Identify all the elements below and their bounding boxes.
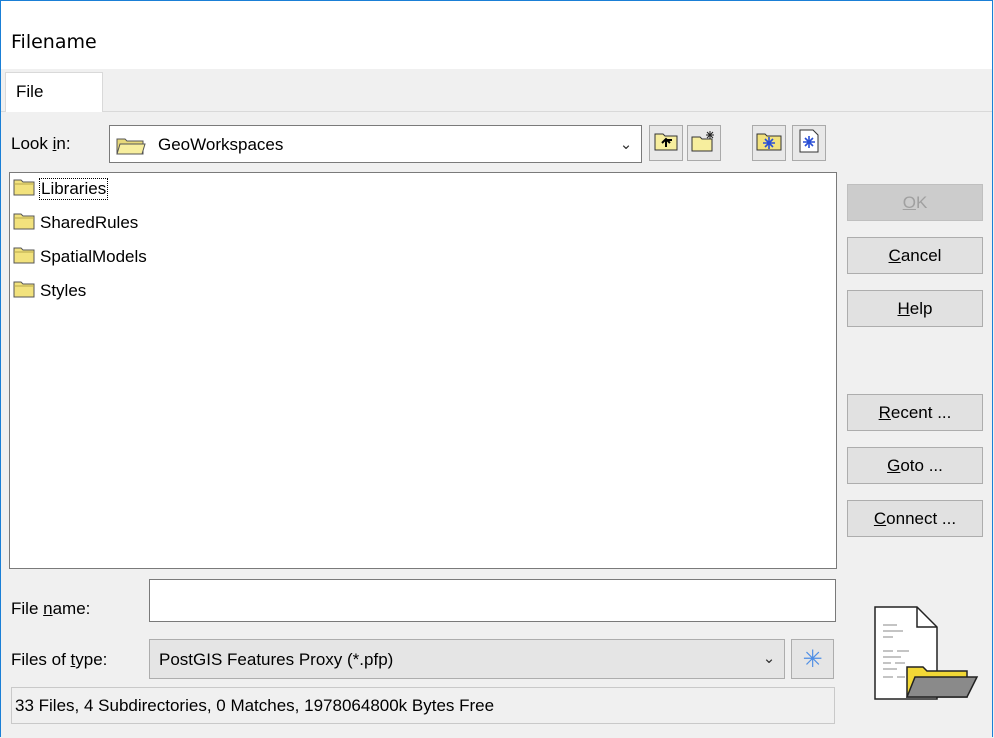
list-item-label: SpatialModels <box>40 247 147 266</box>
recent-button[interactable]: Recent ... <box>847 394 983 431</box>
help-button[interactable]: Help <box>847 290 983 327</box>
file-name-input[interactable] <box>149 579 836 622</box>
new-folder-icon <box>691 130 717 157</box>
file-type-options-button[interactable]: ✳ <box>791 639 834 679</box>
list-item-label: Styles <box>40 281 87 300</box>
goto-button[interactable]: Goto ... <box>847 447 983 484</box>
look-in-value: GeoWorkspaces <box>158 135 284 154</box>
list-item[interactable]: Libraries <box>13 178 109 201</box>
window-title: Filename <box>11 31 97 53</box>
connect-button[interactable] <box>752 125 786 161</box>
tab-strip: File <box>1 69 992 112</box>
ok-button[interactable]: OK <box>847 184 983 221</box>
tab-file[interactable]: File <box>5 72 103 112</box>
file-type-value: PostGIS Features Proxy (*.pfp) <box>159 650 394 669</box>
new-file-icon <box>798 129 820 158</box>
file-list[interactable]: Libraries SharedRules SpatialModels Styl… <box>9 172 837 569</box>
folder-icon <box>13 178 35 201</box>
list-item-label: Libraries <box>39 178 109 200</box>
asterisk-icon: ✳ <box>802 645 823 673</box>
title-bar: Filename <box>1 1 992 69</box>
list-item[interactable]: Styles <box>13 280 87 302</box>
chevron-down-icon[interactable]: ⌄ <box>756 642 782 674</box>
open-folder-icon <box>116 135 146 160</box>
list-item-label: SharedRules <box>40 213 139 232</box>
file-dialog: Filename File Look in: GeoWorkspaces ⌄ L… <box>0 0 993 737</box>
new-folder-button[interactable] <box>687 125 721 161</box>
up-folder-icon <box>654 131 678 156</box>
connect-text-button[interactable]: Connect ... <box>847 500 983 537</box>
folder-icon <box>13 280 35 303</box>
new-file-button[interactable] <box>792 125 826 161</box>
file-name-label: File name: <box>11 599 91 618</box>
file-type-label: Files of type: <box>11 650 108 669</box>
status-bar: 33 Files, 4 Subdirectories, 0 Matches, 1… <box>11 687 835 724</box>
look-in-label: Look in: <box>11 134 71 153</box>
file-panel: Look in: GeoWorkspaces ⌄ Libraries Share… <box>1 112 992 737</box>
folder-icon <box>13 246 35 269</box>
look-in-dropdown[interactable]: GeoWorkspaces ⌄ <box>109 125 642 163</box>
tab-file-label: File <box>16 82 44 101</box>
preview-document-icon <box>869 605 979 705</box>
connect-icon <box>756 131 782 156</box>
status-text: 33 Files, 4 Subdirectories, 0 Matches, 1… <box>15 696 495 715</box>
file-type-dropdown[interactable]: PostGIS Features Proxy (*.pfp) ⌄ <box>149 639 785 679</box>
list-item[interactable]: SharedRules <box>13 212 139 234</box>
folder-icon <box>13 212 35 235</box>
cancel-button[interactable]: Cancel <box>847 237 983 274</box>
up-folder-button[interactable] <box>649 125 683 161</box>
list-item[interactable]: SpatialModels <box>13 246 148 268</box>
chevron-down-icon[interactable]: ⌄ <box>613 128 639 160</box>
